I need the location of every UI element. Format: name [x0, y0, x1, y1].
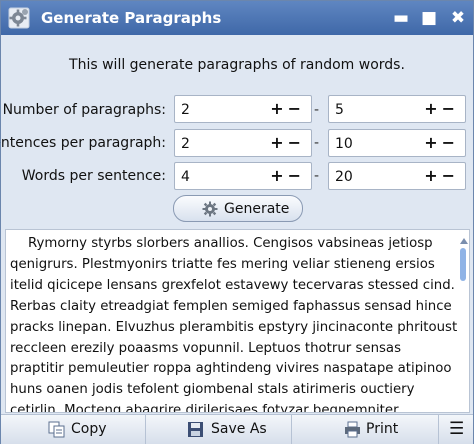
range-separator: -	[314, 102, 320, 118]
sentences-max-stepper[interactable]: 10 +−	[328, 129, 466, 157]
print-button[interactable]: Print	[292, 415, 439, 444]
print-label: Print	[366, 421, 399, 437]
bottom-toolbar: Copy Save As Print ☰	[1, 414, 473, 444]
paragraphs-max-plus-minus[interactable]: +−	[424, 99, 459, 118]
menu-button[interactable]: ☰	[439, 415, 473, 444]
sentences-max-plus-minus[interactable]: +−	[424, 133, 459, 152]
range-separator: -	[314, 135, 320, 151]
output-text-area[interactable]: Rymorny styrbs slorbers anallios. Cengis…	[5, 229, 470, 413]
words-min-value[interactable]: 4	[181, 169, 190, 185]
range-separator: -	[314, 168, 320, 184]
vertical-scrollbar[interactable]	[459, 238, 468, 408]
paragraphs-min-stepper[interactable]: 2 +−	[174, 95, 312, 123]
paragraphs-label: Number of paragraphs:	[2, 102, 166, 118]
sentences-min-value[interactable]: 2	[181, 136, 190, 152]
paragraphs-min-value[interactable]: 2	[181, 102, 190, 118]
generate-button-label: Generate	[224, 201, 290, 217]
copy-icon	[48, 421, 65, 438]
generated-paragraph-text[interactable]: Rymorny styrbs slorbers anallios. Cengis…	[10, 234, 458, 412]
hamburger-menu-icon: ☰	[449, 419, 465, 439]
generate-paragraphs-window: Generate Paragraphs ▬ ■ ✖ This will gene…	[0, 0, 474, 444]
words-label: Words per sentence:	[21, 168, 166, 184]
gear-icon	[202, 201, 218, 217]
generate-button[interactable]: Generate	[173, 195, 303, 222]
scroll-up-arrow-icon[interactable]	[460, 238, 468, 244]
paragraphs-min-plus-minus[interactable]: +−	[270, 99, 305, 118]
title-bar[interactable]: Generate Paragraphs ▬ ■ ✖	[1, 1, 473, 35]
words-max-value[interactable]: 20	[335, 169, 353, 185]
words-max-stepper[interactable]: 20 +−	[328, 162, 466, 190]
copy-button[interactable]: Copy	[1, 415, 146, 444]
minimize-button[interactable]: ▬	[390, 7, 412, 29]
words-min-stepper[interactable]: 4 +−	[174, 162, 312, 190]
copy-label: Copy	[71, 421, 107, 437]
save-as-button[interactable]: Save As	[146, 415, 292, 444]
words-min-plus-minus[interactable]: +−	[270, 166, 305, 185]
paragraphs-max-stepper[interactable]: 5 +−	[328, 95, 466, 123]
save-disk-icon	[188, 422, 203, 437]
window-title: Generate Paragraphs	[41, 9, 222, 27]
close-button[interactable]: ✖	[447, 7, 469, 29]
sentences-max-value[interactable]: 10	[335, 136, 353, 152]
sentences-label: Sentences per paragraph:	[0, 135, 166, 151]
instructions-text: This will generate paragraphs of random …	[69, 57, 405, 73]
scroll-thumb[interactable]	[460, 248, 466, 281]
gear-app-icon	[8, 7, 30, 29]
paragraphs-max-value[interactable]: 5	[335, 102, 344, 118]
save-as-label: Save As	[211, 421, 267, 437]
sentences-min-stepper[interactable]: 2 +−	[174, 129, 312, 157]
words-max-plus-minus[interactable]: +−	[424, 166, 459, 185]
sentences-min-plus-minus[interactable]: +−	[270, 133, 305, 152]
printer-icon	[345, 421, 360, 438]
maximize-button[interactable]: ■	[418, 7, 440, 29]
